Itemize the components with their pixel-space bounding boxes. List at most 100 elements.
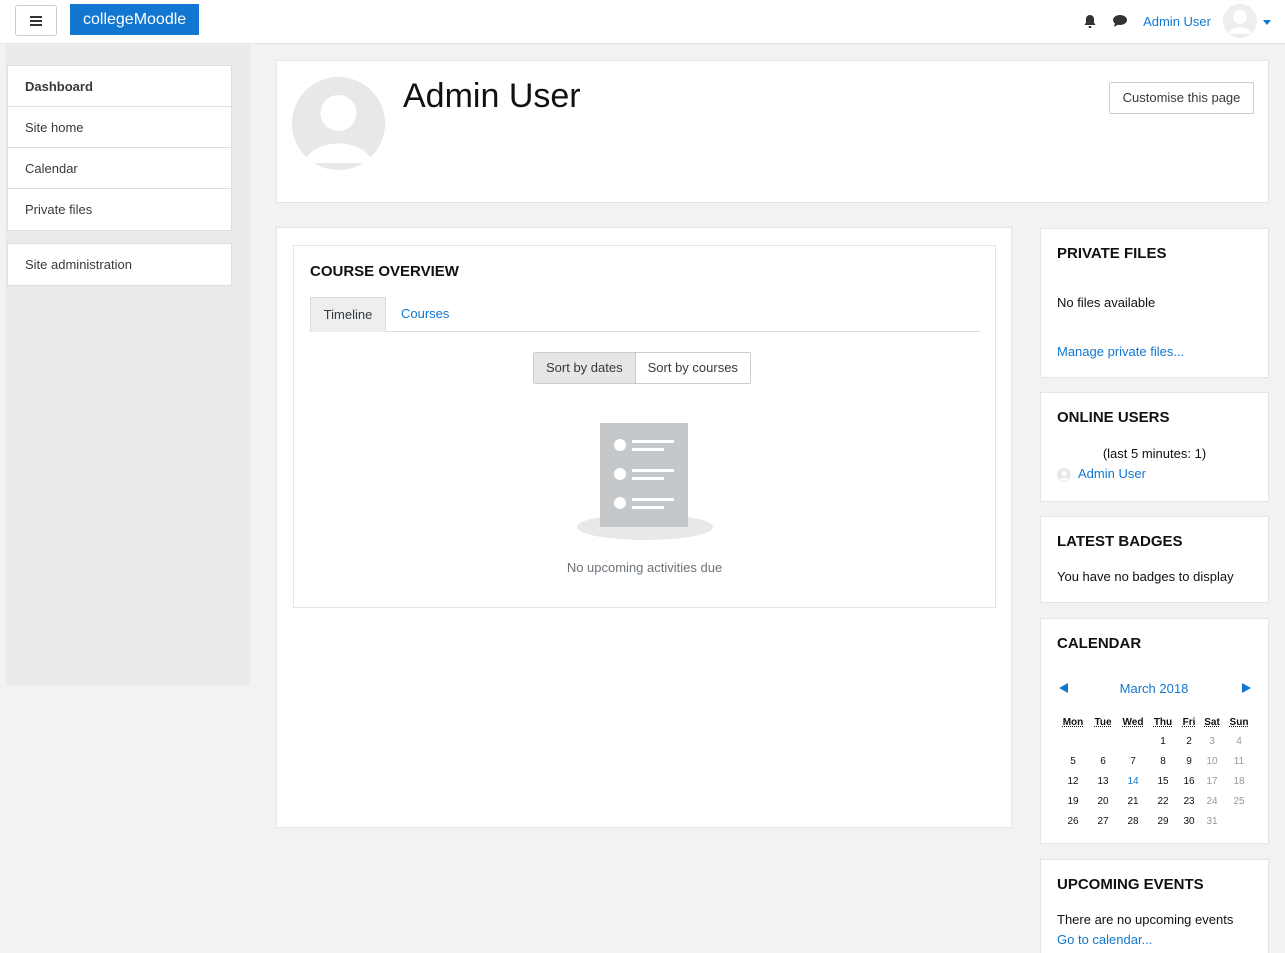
nav-drawer: Dashboard Site home Calendar Private fil… <box>6 45 250 686</box>
calendar-day: 27 <box>1097 815 1109 827</box>
weekday-sun: Sun <box>1229 716 1249 728</box>
menu-icon <box>30 15 42 26</box>
calendar-day: 13 <box>1097 775 1109 787</box>
drawer-item-dashboard[interactable]: Dashboard <box>8 66 231 107</box>
top-navbar: collegeMoodle Admin User <box>0 0 1285 44</box>
latest-badges-block: LATEST BADGES You have no badges to disp… <box>1040 516 1269 603</box>
main-region: COURSE OVERVIEW Timeline Courses Sort by… <box>276 227 1012 828</box>
no-activities-text: No upcoming activities due <box>566 560 723 575</box>
weekday-fri: Fri <box>1182 716 1196 728</box>
calendar-week-row: 12 13 14 15 16 17 18 <box>1058 771 1254 791</box>
drawer-item-site-administration[interactable]: Site administration <box>8 244 231 285</box>
calendar-day <box>1088 731 1118 751</box>
online-user-link[interactable]: Admin User <box>1078 466 1146 481</box>
calendar-day: 18 <box>1233 775 1245 787</box>
calendar-nav: March 2018 <box>1057 681 1255 697</box>
calendar-weekday-row: Mon Tue Wed Thu Fri Sat Sun <box>1058 713 1254 731</box>
calendar-day: 6 <box>1100 755 1106 767</box>
page-header: Admin User Customise this page <box>276 60 1269 203</box>
calendar-day: 16 <box>1183 775 1195 787</box>
weekday-mon: Mon <box>1062 716 1084 728</box>
calendar-day: 11 <box>1233 755 1245 767</box>
calendar-day: 4 <box>1236 735 1242 747</box>
calendar-title: CALENDAR <box>1057 635 1142 652</box>
calendar-day: 25 <box>1233 795 1245 807</box>
calendar-day: 2 <box>1186 735 1192 747</box>
calendar-block: CALENDAR March 2018 Mon Tue Wed Thu Fri … <box>1040 618 1269 844</box>
customise-page-button[interactable]: Customise this page <box>1109 82 1254 114</box>
calendar-day: 29 <box>1157 815 1169 827</box>
user-name-link[interactable]: Admin User <box>1143 14 1211 29</box>
calendar-day: 20 <box>1097 795 1109 807</box>
calendar-day: 17 <box>1206 775 1218 787</box>
calendar-day: 28 <box>1127 815 1139 827</box>
tab-timeline[interactable]: Timeline <box>310 297 386 332</box>
calendar-day: 15 <box>1157 775 1169 787</box>
latest-badges-title: LATEST BADGES <box>1057 533 1183 550</box>
online-users-block: ONLINE USERS (last 5 minutes: 1) Admin U… <box>1040 392 1269 502</box>
no-badges-text: You have no badges to display <box>1057 569 1234 584</box>
calendar-week-row: 19 20 21 22 23 24 25 <box>1058 791 1254 811</box>
sort-by-courses-button[interactable]: Sort by courses <box>635 353 750 383</box>
calendar-day: 1 <box>1160 735 1166 747</box>
calendar-day: 7 <box>1130 755 1136 767</box>
weekday-wed: Wed <box>1122 716 1144 728</box>
calendar-day: 21 <box>1127 795 1139 807</box>
calendar-day: 8 <box>1160 755 1166 767</box>
caret-down-icon[interactable] <box>1263 19 1271 25</box>
go-to-calendar-link[interactable]: Go to calendar... <box>1057 932 1152 947</box>
calendar-day: 30 <box>1183 815 1195 827</box>
calendar-day: 3 <box>1209 735 1215 747</box>
weekday-tue: Tue <box>1094 716 1112 728</box>
chat-bubble-icon[interactable] <box>1111 12 1129 30</box>
calendar-table: Mon Tue Wed Thu Fri Sat Sun 1 2 3 4 5 6 <box>1058 713 1254 831</box>
upcoming-events-block: UPCOMING EVENTS There are no upcoming ev… <box>1040 859 1269 953</box>
calendar-days: 1 2 3 4 5 6 7 8 9 10 11 12 13 14 15 16 1… <box>1058 731 1254 831</box>
calendar-day: 19 <box>1067 795 1079 807</box>
tab-courses[interactable]: Courses <box>401 297 449 332</box>
empty-activities-icon <box>575 421 715 546</box>
private-files-title: PRIVATE FILES <box>1057 245 1167 262</box>
calendar-week-row: 5 6 7 8 9 10 11 <box>1058 751 1254 771</box>
online-users-title: ONLINE USERS <box>1057 409 1170 426</box>
no-files-text: No files available <box>1057 295 1156 310</box>
user-avatar-icon <box>1057 468 1071 485</box>
drawer-admin-list: Site administration <box>7 243 232 286</box>
calendar-month-link[interactable]: March 2018 <box>1057 681 1251 696</box>
weekday-sat: Sat <box>1204 716 1220 728</box>
calendar-day: 9 <box>1186 755 1192 767</box>
calendar-day <box>1058 731 1088 751</box>
next-month-icon[interactable] <box>1242 683 1251 693</box>
bell-icon[interactable] <box>1081 12 1099 30</box>
menu-toggle-button[interactable] <box>15 5 57 36</box>
user-avatar-icon[interactable] <box>1223 4 1257 38</box>
calendar-day: 26 <box>1067 815 1079 827</box>
calendar-day: 31 <box>1206 815 1218 827</box>
site-brand-link[interactable]: collegeMoodle <box>70 4 200 35</box>
sort-by-dates-button[interactable]: Sort by dates <box>534 353 636 383</box>
calendar-day <box>1224 811 1254 831</box>
calendar-day: 12 <box>1067 775 1079 787</box>
profile-avatar-icon <box>292 77 385 170</box>
drawer-item-calendar[interactable]: Calendar <box>8 148 231 189</box>
user-menu-area: Admin User <box>1069 4 1271 38</box>
calendar-day: 22 <box>1157 795 1169 807</box>
online-users-summary: (last 5 minutes: 1) <box>1102 446 1207 461</box>
course-overview-title: COURSE OVERVIEW <box>310 263 459 280</box>
no-events-text: There are no upcoming events <box>1057 912 1234 927</box>
drawer-item-private-files[interactable]: Private files <box>8 189 231 230</box>
drawer-main-list: Dashboard Site home Calendar Private fil… <box>7 65 232 231</box>
calendar-day-today[interactable]: 14 <box>1118 771 1148 791</box>
manage-private-files-link[interactable]: Manage private files... <box>1057 344 1184 359</box>
calendar-day <box>1118 731 1148 751</box>
private-files-block: PRIVATE FILES No files available Manage … <box>1040 228 1269 378</box>
calendar-day: 24 <box>1206 795 1218 807</box>
calendar-week-row: 26 27 28 29 30 31 <box>1058 811 1254 831</box>
sort-button-group: Sort by dates Sort by courses <box>533 352 751 384</box>
calendar-day: 23 <box>1183 795 1195 807</box>
calendar-week-row: 1 2 3 4 <box>1058 731 1254 751</box>
drawer-item-site-home[interactable]: Site home <box>8 107 231 148</box>
page-title: Admin User <box>403 77 581 115</box>
course-overview-block: COURSE OVERVIEW Timeline Courses Sort by… <box>293 245 996 608</box>
overview-tabs: Timeline Courses <box>310 297 980 332</box>
